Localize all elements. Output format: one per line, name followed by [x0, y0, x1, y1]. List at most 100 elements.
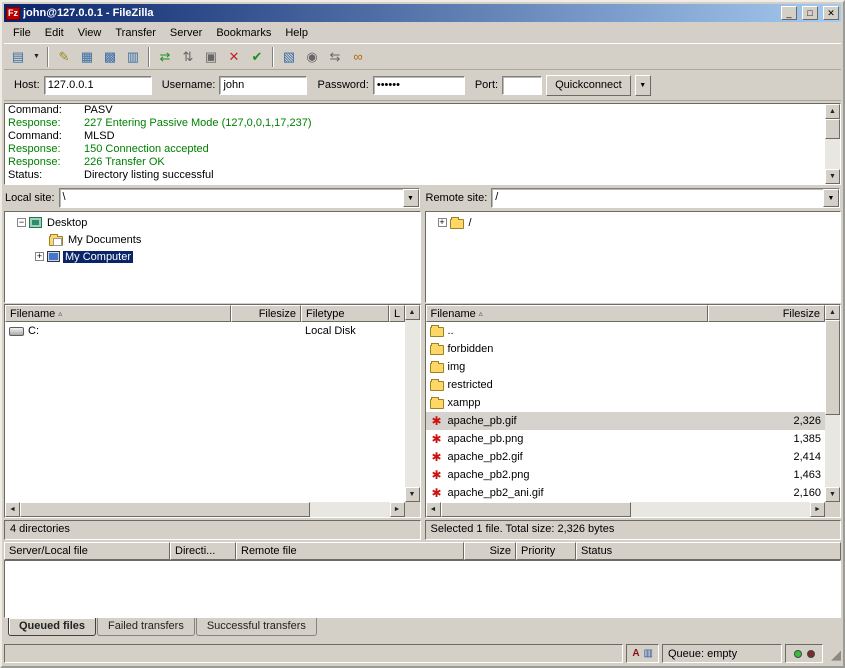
tree-item-label[interactable]: My Documents — [66, 234, 143, 246]
file-row[interactable]: ✱apache_pb2.gif 2,414 — [426, 448, 826, 466]
column-header-filename[interactable]: Filename▵ — [5, 305, 231, 322]
column-header-filesize[interactable]: Filesize — [708, 305, 826, 322]
username-input[interactable] — [219, 76, 307, 95]
file-row[interactable]: ✱apache_pb2.png 1,463 — [426, 466, 826, 484]
column-header-direction[interactable]: Directi... — [170, 542, 236, 560]
local-site-combobox[interactable]: \ ▼ — [59, 188, 420, 208]
tree-item-desktop[interactable]: − Desktop — [5, 214, 420, 231]
directory-listing-button[interactable]: ▣ — [200, 46, 222, 68]
expand-icon[interactable]: + — [438, 218, 447, 227]
scroll-track[interactable] — [405, 320, 420, 487]
quickconnect-dropdown[interactable]: ▼ — [635, 75, 651, 96]
toggle-message-log-button[interactable]: ✎ — [53, 46, 75, 68]
scroll-down-icon[interactable]: ▼ — [405, 487, 420, 502]
toggle-local-tree-button[interactable]: ▦ — [76, 46, 98, 68]
column-header-filename[interactable]: Filename▵ — [426, 305, 708, 322]
directory-comparison-button[interactable]: ◉ — [301, 46, 323, 68]
find-files-button[interactable]: ∞ — [347, 46, 369, 68]
file-row-selected[interactable]: ✱apache_pb.gif 2,326 — [426, 412, 826, 430]
scroll-up-icon[interactable]: ▲ — [825, 104, 840, 119]
file-row[interactable]: xampp — [426, 394, 826, 412]
chevron-down-icon[interactable]: ▼ — [403, 189, 419, 207]
scroll-down-icon[interactable]: ▼ — [825, 169, 840, 184]
menu-server[interactable]: Server — [163, 25, 209, 41]
tree-item-label[interactable]: My Computer — [63, 251, 133, 263]
sync-browsing-button[interactable]: ⇆ — [324, 46, 346, 68]
menu-bookmarks[interactable]: Bookmarks — [209, 25, 278, 41]
menu-edit[interactable]: Edit — [38, 25, 71, 41]
file-row[interactable]: ✱apache_pb.png 1,385 — [426, 430, 826, 448]
close-button[interactable]: ✕ — [823, 6, 839, 20]
host-input[interactable] — [44, 76, 152, 95]
cancel-operation-button[interactable]: ✕ — [223, 46, 245, 68]
column-header-filetype[interactable]: Filetype — [301, 305, 389, 322]
scroll-thumb[interactable] — [20, 502, 310, 517]
tab-queued-files[interactable]: Queued files — [8, 618, 96, 636]
scroll-left-icon[interactable]: ◄ — [5, 502, 20, 517]
maximize-button[interactable]: □ — [802, 6, 818, 20]
remote-list-hscrollbar[interactable]: ◄ ► — [426, 502, 841, 517]
scroll-right-icon[interactable]: ► — [390, 502, 405, 517]
remote-list-vscrollbar[interactable]: ▲ ▼ — [825, 305, 840, 502]
scroll-left-icon[interactable]: ◄ — [426, 502, 441, 517]
column-header-lastmodified[interactable]: L — [389, 305, 405, 322]
local-site-value[interactable]: \ — [60, 189, 403, 207]
resize-grip[interactable]: ◢ — [826, 644, 841, 663]
title-bar[interactable]: Fz john@127.0.0.1 - FileZilla _ □ ✕ — [4, 4, 841, 22]
site-manager-dropdown[interactable]: ▼ — [30, 46, 43, 68]
port-input[interactable] — [502, 76, 542, 95]
collapse-icon[interactable]: − — [17, 218, 26, 227]
file-row[interactable]: img — [426, 358, 826, 376]
scroll-track[interactable] — [20, 502, 390, 517]
scroll-down-icon[interactable]: ▼ — [825, 487, 840, 502]
remote-site-value[interactable]: / — [492, 189, 823, 207]
refresh-button[interactable]: ⇄ — [154, 46, 176, 68]
scroll-track[interactable] — [825, 119, 840, 169]
process-queue-button[interactable]: ⇅ — [177, 46, 199, 68]
tree-item-my-documents[interactable]: My Documents — [5, 231, 420, 248]
toggle-queue-button[interactable]: ▥ — [122, 46, 144, 68]
password-input[interactable] — [373, 76, 465, 95]
log-scrollbar[interactable]: ▲ ▼ — [825, 104, 840, 184]
file-row[interactable]: ✱apache_pb2_ani.gif 2,160 — [426, 484, 826, 502]
local-list-hscrollbar[interactable]: ◄ ► — [5, 502, 420, 517]
menu-file[interactable]: File — [6, 25, 38, 41]
disconnect-button[interactable]: ✔ — [246, 46, 268, 68]
column-header-size[interactable]: Size — [464, 542, 516, 560]
minimize-button[interactable]: _ — [781, 6, 797, 20]
quickconnect-button[interactable]: Quickconnect — [546, 75, 631, 96]
column-header-filesize[interactable]: Filesize — [231, 305, 301, 322]
column-header-status[interactable]: Status — [576, 542, 841, 560]
file-row-c-drive[interactable]: C: Local Disk — [5, 322, 405, 340]
tab-successful-transfers[interactable]: Successful transfers — [196, 618, 317, 636]
scroll-thumb[interactable] — [825, 119, 840, 139]
column-header-remote-file[interactable]: Remote file — [236, 542, 464, 560]
remote-site-combobox[interactable]: / ▼ — [491, 188, 840, 208]
menu-view[interactable]: View — [71, 25, 109, 41]
local-list-vscrollbar[interactable]: ▲ ▼ — [405, 305, 420, 502]
tree-item-root[interactable]: + / — [426, 214, 841, 231]
scroll-up-icon[interactable]: ▲ — [405, 305, 420, 320]
file-row[interactable]: .. — [426, 322, 826, 340]
scroll-up-icon[interactable]: ▲ — [825, 305, 840, 320]
chevron-down-icon[interactable]: ▼ — [823, 189, 839, 207]
scroll-thumb[interactable] — [825, 320, 840, 415]
tree-item-my-computer[interactable]: + My Computer — [5, 248, 420, 265]
column-header-priority[interactable]: Priority — [516, 542, 576, 560]
tab-failed-transfers[interactable]: Failed transfers — [97, 618, 195, 636]
filter-button[interactable]: ▧ — [278, 46, 300, 68]
expand-icon[interactable]: + — [35, 252, 44, 261]
menu-help[interactable]: Help — [278, 25, 315, 41]
scroll-thumb[interactable] — [441, 502, 631, 517]
file-row[interactable]: forbidden — [426, 340, 826, 358]
tree-item-label[interactable]: Desktop — [45, 217, 89, 229]
toggle-remote-tree-button[interactable]: ▩ — [99, 46, 121, 68]
column-header-server-local-file[interactable]: Server/Local file — [4, 542, 170, 560]
tree-item-label[interactable]: / — [467, 217, 474, 229]
file-row[interactable]: restricted — [426, 376, 826, 394]
scroll-track[interactable] — [825, 320, 840, 487]
scroll-right-icon[interactable]: ► — [810, 502, 825, 517]
scroll-track[interactable] — [441, 502, 811, 517]
site-manager-button[interactable]: ▤ — [7, 46, 29, 68]
menu-transfer[interactable]: Transfer — [108, 25, 163, 41]
